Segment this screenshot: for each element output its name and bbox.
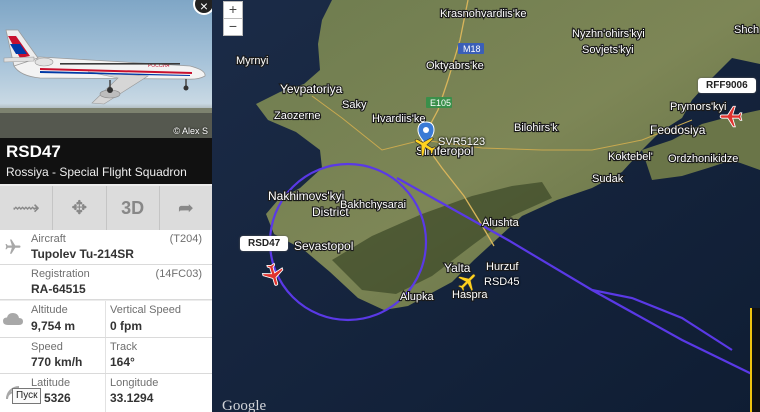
track-value: 164° [110,355,135,369]
plane-icon [261,262,284,286]
3d-view-button[interactable]: 3D [107,186,160,230]
road-m18: M18 [463,44,481,54]
place-zaozerne: Zaozerne [274,110,320,122]
flight-tag-rsd45: RSD45 [484,276,520,288]
flight-tag-svr5123: SVR5123 [438,136,486,148]
side-widget[interactable] [750,308,760,412]
share-button[interactable]: ➦ [160,186,212,230]
aircraft-row: Aircraft (T204) Tupolev Tu-214SR [0,230,212,265]
place-sovjetskyi: Sovjets'kyi [582,44,634,56]
altitude-row: Altitude 9,754 m Vertical Speed 0 fpm [0,301,212,338]
flight-callout-rff9006[interactable]: RFF9006 [698,78,756,93]
speed-value: 770 km/h [31,355,83,369]
registration-code: (14FC03) [155,268,202,280]
registration-label: Registration [31,268,90,280]
plane-icon [414,137,437,158]
altitude-label: Altitude [31,304,68,316]
place-krasnohvardiiske: Krasnohvardiis'ke [440,8,526,20]
place-nyzhnohirskyi: Nyzhn'ohirs'kyi [572,28,645,40]
zoom-in-button[interactable]: + [223,1,243,19]
place-hurzuf: Hurzuf [486,261,519,273]
panel-toolbar: ⟿ ✥ 3D ➦ [0,186,212,231]
aircraft-photo-drawing: РОССИЯ [0,29,212,138]
map-canvas: Myrnyi Krasnohvardiis'ke Nyzhn'ohirs'kyi… [212,0,760,412]
speed-label: Speed [31,341,63,353]
registration-row: Registration (14FC03) RA-64515 [0,265,212,300]
place-yevpatoriya: Yevpatoriya [280,82,343,96]
vertical-speed-label: Vertical Speed [110,304,181,316]
road-e105: E105 [430,98,451,108]
place-sevastopol: Sevastopol [294,239,353,253]
plane-icon [457,273,476,292]
route-button[interactable]: ⟿ [0,186,54,230]
start-tooltip: Пуск [12,388,42,404]
cloud-icon [0,301,26,337]
place-alupka: Alupka [400,291,435,303]
latitude-value: 5326 [44,391,71,405]
airplane-icon [0,230,26,264]
place-nakhimovskyi: Nakhimovs'kyi [268,189,344,203]
zoom-out-button[interactable]: − [223,18,243,36]
aircraft-type-code: (T204) [169,233,202,245]
share-icon: ➦ [177,197,194,219]
photo-credit: © Alex S [173,126,208,136]
aircraft-photo[interactable]: РОССИЯ © Alex S [0,0,212,138]
selected-flight-callout[interactable]: RSD47 [240,236,289,251]
fit-icon: ✥ [71,197,88,219]
flight-header: RSD47 Rossiya - Special Flight Squadron [0,138,212,184]
satellite-map[interactable]: Myrnyi Krasnohvardiis'ke Nyzhn'ohirs'kyi… [212,0,760,412]
place-shchelkino: Shch [734,24,759,36]
place-mirnyi: Myrnyi [236,55,268,67]
place-sudak: Sudak [592,173,624,185]
longitude-value: 33.1294 [110,391,154,405]
flight-info-panel: РОССИЯ © Alex S × RSD47 Rossiya - Specia… [0,0,213,412]
altitude-value: 9,754 m [31,319,76,333]
flight-callsign: RSD47 [6,142,61,161]
place-hvardiiske: Hvardiis'ke [372,113,425,125]
route-icon: ⟿ [12,197,40,219]
vertical-speed-value: 0 fpm [110,319,143,333]
google-attribution: Google [222,398,267,412]
place-ordzhonikidze: Ordzhonikidze [668,153,738,165]
plane-icon [719,105,743,128]
place-alushta: Alushta [482,217,520,229]
speed-row: Speed 770 km/h Track 164° [0,338,212,374]
place-feodosiya: Feodosiya [650,123,706,137]
center-aircraft-button[interactable]: ✥ [53,186,107,230]
aircraft-label: Aircraft [31,233,66,245]
place-bakhchysarai: Bakhchysarai [340,199,406,211]
place-oktyabrske: Oktyabrs'ke [426,60,484,72]
airline-operator: Rossiya - Special Flight Squadron [6,165,187,179]
longitude-label: Longitude [110,377,159,389]
registration-value: RA-64515 [31,282,86,296]
place-bilohirsk: Bilohirs'k [514,122,558,134]
place-saky: Saky [342,99,367,111]
place-koktebel: Koktebel' [608,151,653,163]
track-label: Track [110,341,138,353]
aircraft-value: Tupolev Tu-214SR [31,247,134,261]
